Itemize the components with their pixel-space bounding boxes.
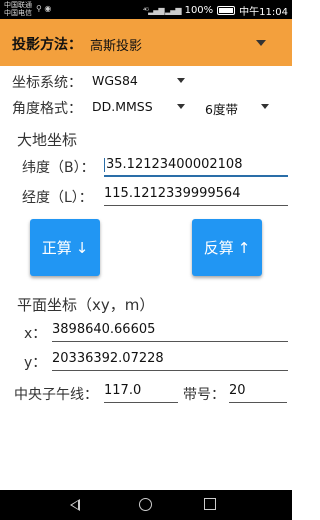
zone-number-input[interactable]: 20 (229, 381, 287, 403)
clock: 中午11:04 (239, 7, 288, 18)
battery-percent: 100% (184, 5, 214, 16)
navigation-bar (0, 490, 292, 520)
signal-icon: ⁴ᴳ▂▄▆ ▂▄▆ (143, 6, 182, 15)
carrier-1: 中国联通 (4, 1, 32, 9)
text-cursor (104, 157, 105, 172)
latitude-label: 纬度（B）： (22, 160, 95, 176)
latitude-input[interactable]: 35.12123400002108 (104, 155, 288, 177)
usb-icon: ⚲ ◉ (36, 4, 52, 13)
coord-system-label: 坐标系统： (12, 75, 82, 91)
y-value: 20336392.07228 (52, 351, 164, 366)
geodetic-title: 大地坐标 (17, 131, 78, 149)
y-label: y： (24, 355, 47, 371)
plane-title: 平面坐标（xy，m） (17, 296, 155, 314)
forward-label: 正算 (41, 239, 72, 257)
x-value: 3898640.66605 (52, 322, 156, 337)
projection-value[interactable]: 高斯投影 (90, 35, 142, 54)
forward-calc-button[interactable]: 正算 ↓ (30, 219, 100, 276)
home-icon[interactable] (139, 498, 152, 511)
zone-number-value: 20 (229, 383, 246, 398)
x-input[interactable]: 3898640.66605 (52, 320, 288, 342)
zone-type-dropdown-icon[interactable] (261, 104, 269, 109)
status-bar: 中国联通 中国电信 ⚲ ◉ ⁴ᴳ▂▄▆ ▂▄▆ 100% 中午11:04 (0, 0, 292, 19)
zone-number-label: 带号： (183, 387, 225, 403)
recent-apps-icon[interactable] (204, 498, 216, 510)
carrier-info: 中国联通 中国电信 (4, 1, 32, 17)
zone-type-dropdown[interactable]: 6度带 (205, 99, 238, 118)
back-icon[interactable] (70, 499, 80, 511)
central-meridian-input[interactable]: 117.0 (104, 381, 178, 403)
dropdown-arrow-icon[interactable] (256, 40, 266, 46)
carrier-2: 中国电信 (4, 9, 32, 17)
latitude-value: 35.12123400002108 (106, 157, 243, 172)
longitude-label: 经度（L）： (22, 190, 93, 206)
coord-system-dropdown[interactable]: WGS84 (92, 73, 138, 88)
coord-system-dropdown-icon[interactable] (177, 78, 185, 83)
angle-format-dropdown[interactable]: DD.MMSS (92, 99, 153, 114)
inverse-calc-button[interactable]: 反算 ↑ (192, 219, 262, 276)
angle-format-dropdown-icon[interactable] (177, 104, 185, 109)
y-input[interactable]: 20336392.07228 (52, 349, 288, 371)
projection-label: 投影方法： (12, 37, 82, 53)
central-meridian-value: 117.0 (104, 383, 142, 398)
battery-icon (217, 6, 236, 15)
arrow-up-icon: ↑ (237, 238, 251, 257)
inverse-label: 反算 (203, 239, 234, 257)
angle-format-label: 角度格式： (12, 101, 82, 117)
central-meridian-label: 中央子午线： (14, 387, 98, 403)
arrow-down-icon: ↓ (75, 238, 89, 257)
longitude-input[interactable]: 115.1212339999564 (104, 184, 288, 206)
projection-selector[interactable]: 投影方法： 高斯投影 (0, 19, 292, 66)
longitude-value: 115.1212339999564 (104, 186, 241, 201)
x-label: x： (24, 326, 47, 342)
